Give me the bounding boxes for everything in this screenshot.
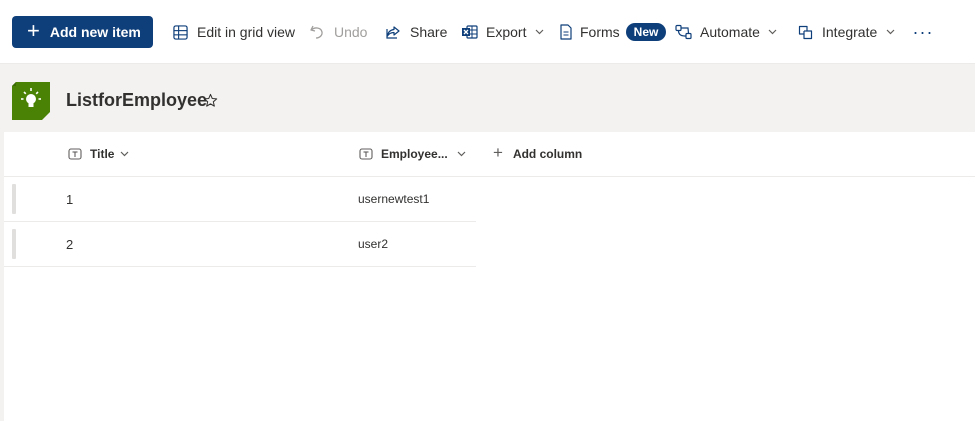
chevron-down-icon	[120, 149, 130, 159]
column-header-employee-label: Employee...	[381, 147, 448, 161]
table-row[interactable]: 2 user2	[4, 222, 476, 267]
add-column-label: Add column	[512, 147, 583, 161]
row-select-handle[interactable]	[12, 229, 16, 259]
command-bar: + Add new item Edit in grid view Undo Sh…	[0, 0, 975, 64]
automate-label: Automate	[700, 24, 760, 40]
new-badge: New	[625, 23, 667, 41]
share-button[interactable]: Share	[384, 16, 447, 48]
integrate-label: Integrate	[822, 24, 878, 40]
integrate-button[interactable]: Integrate	[796, 16, 895, 48]
text-column-icon	[68, 147, 82, 161]
cell-employee: user2	[358, 237, 389, 251]
cell-title: 2	[66, 237, 74, 252]
table-row[interactable]: 1 usernewtest1	[4, 177, 476, 222]
forms-icon	[557, 23, 575, 41]
chevron-down-icon	[885, 27, 895, 37]
more-options-button[interactable]: ···	[912, 16, 934, 48]
row-select-handle[interactable]	[12, 184, 16, 214]
add-new-item-button[interactable]: + Add new item	[12, 16, 153, 48]
cell-employee: usernewtest1	[358, 192, 430, 206]
add-new-item-label: Add new item	[49, 24, 141, 40]
edit-grid-view-label: Edit in grid view	[197, 24, 296, 40]
column-header-title-label: Title	[90, 147, 115, 161]
undo-icon	[308, 23, 326, 41]
grid-icon	[171, 23, 189, 41]
forms-label: Forms	[580, 24, 620, 40]
add-column-button[interactable]: + Add column	[493, 132, 582, 176]
integrate-icon	[796, 23, 814, 41]
column-header-employee[interactable]: Employee...	[359, 132, 467, 176]
share-icon	[384, 23, 402, 41]
column-header-title[interactable]: Title	[68, 132, 130, 176]
chevron-down-icon	[457, 149, 467, 159]
export-button[interactable]: Export	[460, 16, 544, 48]
automate-icon	[674, 23, 692, 41]
forms-button[interactable]: Forms New	[557, 16, 667, 48]
automate-button[interactable]: Automate	[674, 16, 778, 48]
list-logo-lightbulb-icon	[12, 82, 50, 120]
text-column-icon	[359, 147, 373, 161]
favorite-star-icon[interactable]	[203, 93, 219, 109]
excel-icon	[460, 23, 478, 41]
list-view: Title Employee... + Add column 1 usernew…	[4, 132, 975, 421]
page-title: ListforEmployee	[66, 90, 208, 110]
chevron-down-icon	[534, 27, 544, 37]
plus-icon: +	[27, 18, 40, 43]
edit-grid-view-button[interactable]: Edit in grid view	[171, 16, 295, 48]
share-label: Share	[410, 24, 448, 40]
undo-button[interactable]: Undo	[308, 16, 367, 48]
undo-label: Undo	[334, 24, 368, 40]
plus-icon: +	[493, 143, 503, 162]
chevron-down-icon	[768, 27, 778, 37]
export-label: Export	[486, 24, 527, 40]
cell-title: 1	[66, 192, 74, 207]
